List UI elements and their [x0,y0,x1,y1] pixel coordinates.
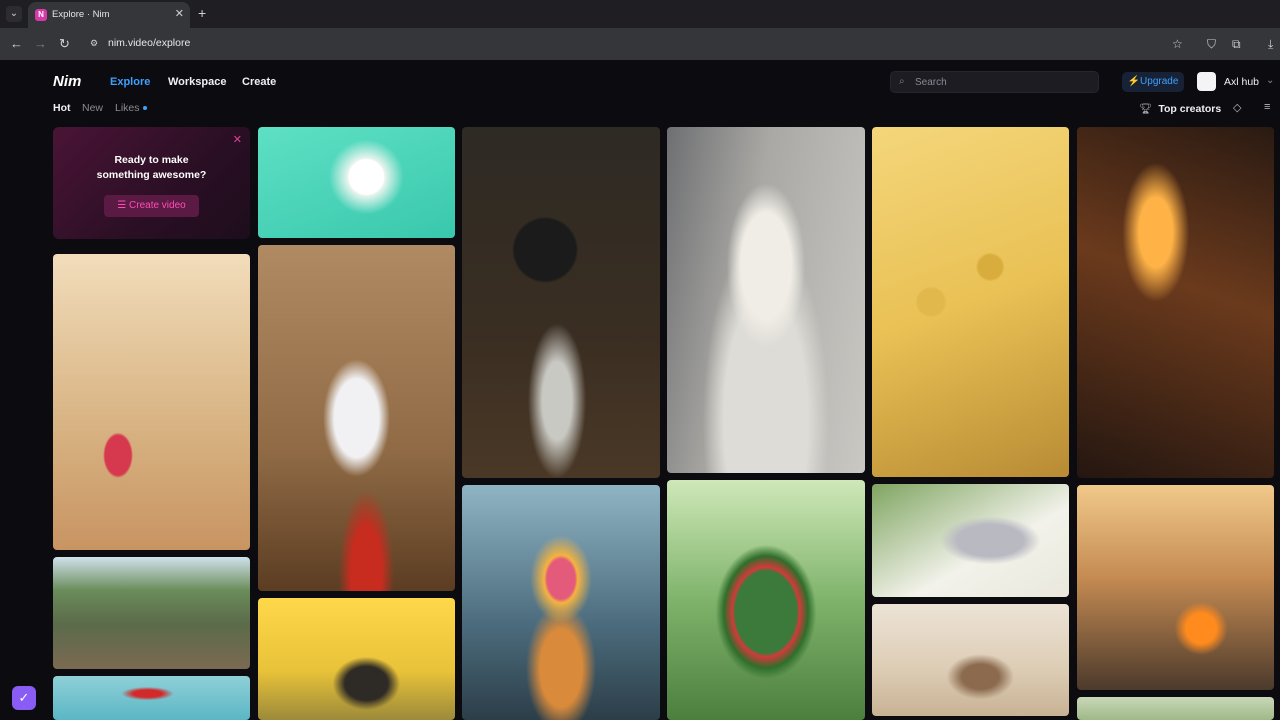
gallery-tile[interactable] [1077,127,1274,478]
gallery-tile[interactable] [53,557,250,669]
gallery-tile[interactable] [872,127,1069,477]
gallery-tile[interactable] [462,127,660,478]
gallery-tile[interactable] [258,245,455,591]
menu-icon[interactable]: ≡ [1264,101,1270,113]
forward-icon[interactable]: → [34,36,47,51]
url-text[interactable]: nim.video/explore [108,37,190,49]
username[interactable]: Axl hub [1224,76,1259,88]
promo-card: ✕ Ready to make something awesome? ☰ Cre… [53,127,250,239]
gallery-tile[interactable] [667,480,865,720]
upgrade-button[interactable]: ⚡Upgrade [1122,72,1184,92]
nim-logo[interactable]: Nim [53,73,81,90]
close-icon[interactable]: ✕ [233,133,242,146]
gallery-tile[interactable] [258,598,455,720]
browser-tab[interactable]: N Explore · Nim ✕ [28,2,190,28]
address-bar[interactable]: ⚙ nim.video/explore [82,32,1192,56]
gallery-tile[interactable] [53,676,250,720]
promo-line-2: something awesome? [96,169,207,181]
gallery-tile[interactable] [462,485,660,720]
site-settings-icon[interactable]: ⚙ [90,38,102,50]
nav-create[interactable]: Create [242,76,276,88]
gallery-tile[interactable] [258,127,455,238]
promo-line-1: Ready to make [114,154,189,166]
filter-likes-label: Likes [115,102,140,114]
chevron-down-icon[interactable]: ⌄ [1266,75,1274,86]
avatar[interactable] [1197,72,1216,91]
tag-icon[interactable]: ◇ [1233,101,1241,114]
upgrade-label: Upgrade [1140,76,1179,87]
trophy-icon: 🏆︎ [1139,103,1153,115]
nav-workspace[interactable]: Workspace [168,76,227,88]
create-video-button[interactable]: ☰ Create video [104,195,199,217]
browser-tab-bar: ⌄ N Explore · Nim ✕ + [0,0,1280,28]
tab-switch-icon[interactable]: ⌄ [6,6,22,22]
gallery-tile[interactable] [872,484,1069,597]
browser-toolbar: ← → ↻ ⚙ nim.video/explore ☆ ⛉ ⧉ ⤓ [0,28,1280,60]
tab-title: Explore · Nim [52,9,110,20]
promo-heading: Ready to make something awesome? [53,153,250,183]
create-video-label: Create video [129,200,186,211]
gallery-tile[interactable] [1077,485,1274,690]
search-input[interactable] [915,75,1085,89]
reload-icon[interactable]: ↻ [59,36,70,52]
filter-new[interactable]: New [82,102,103,114]
gallery-tile[interactable] [53,254,250,550]
bookmark-star-icon[interactable]: ☆ [1172,37,1183,51]
back-icon[interactable]: ← [10,36,23,51]
extensions-icon[interactable]: ⧉ [1232,37,1241,52]
shield-icon[interactable]: ⛉ [1207,37,1216,52]
nim-favicon-icon: N [35,9,47,21]
download-icon[interactable]: ⤓ [1268,37,1273,52]
search-icon: ⌕ [899,76,905,87]
top-creators-label: Top creators [1158,103,1222,115]
bolt-icon: ⚡ [1127,76,1141,87]
new-dot-icon [142,106,147,111]
top-creators-button[interactable]: 🏆︎ Top creators [1139,102,1221,115]
nav-explore[interactable]: Explore [110,76,150,88]
gallery-tile[interactable] [872,604,1069,716]
gallery-tile[interactable] [667,127,865,473]
filter-likes[interactable]: Likes [115,102,147,114]
new-tab-icon[interactable]: + [198,5,206,21]
gallery-tile[interactable] [1077,697,1274,720]
checkmark-icon[interactable]: ✓ [12,686,36,710]
close-icon[interactable]: ✕ [175,7,184,20]
filter-hot[interactable]: Hot [53,102,71,114]
create-video-icon: ☰ [117,200,130,211]
search-box[interactable]: ⌕ [890,71,1099,93]
